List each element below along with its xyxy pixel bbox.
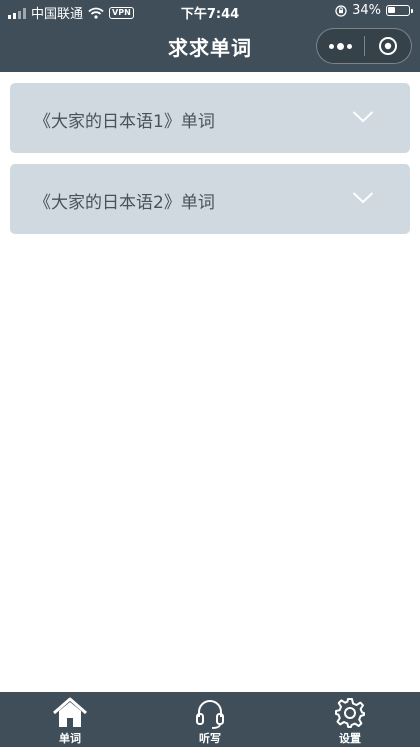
home-icon — [53, 697, 87, 727]
chevron-down-icon — [352, 192, 374, 204]
tab-settings[interactable]: 设置 — [280, 692, 420, 747]
top-bar: 中国联通 VPN 下午7:44 34% 求求单词 — [0, 0, 420, 72]
battery-percent: 34% — [352, 3, 381, 18]
miniprogram-capsule — [316, 28, 412, 64]
app-screen: 中国联通 VPN 下午7:44 34% 求求单词 《大家的日本语1》单词 《大家… — [0, 0, 420, 747]
tab-dictation-label: 听写 — [199, 732, 221, 745]
tab-words-label: 单词 — [59, 732, 81, 745]
word-book-item[interactable]: 《大家的日本语1》单词 — [10, 83, 410, 153]
battery-icon — [386, 5, 413, 16]
orientation-lock-icon — [335, 4, 347, 17]
headphones-icon — [196, 700, 224, 729]
tab-bar: 单词 听写 设置 — [0, 692, 420, 747]
tab-settings-label: 设置 — [339, 732, 361, 745]
chevron-down-icon — [352, 111, 374, 123]
tab-words[interactable]: 单词 — [0, 692, 140, 747]
more-icon — [328, 42, 352, 50]
gear-icon — [335, 698, 365, 728]
target-icon — [378, 37, 397, 55]
status-bar: 中国联通 VPN 下午7:44 34% — [0, 0, 420, 22]
tab-dictation[interactable]: 听写 — [140, 692, 280, 747]
status-right: 34% — [335, 3, 413, 18]
word-book-list: 《大家的日本语1》单词 《大家的日本语2》单词 — [10, 83, 410, 245]
word-book-title: 《大家的日本语1》单词 — [34, 112, 215, 132]
more-button[interactable] — [317, 29, 364, 63]
word-book-title: 《大家的日本语2》单词 — [34, 193, 215, 213]
close-miniprogram-button[interactable] — [365, 29, 412, 63]
word-book-item[interactable]: 《大家的日本语2》单词 — [10, 164, 410, 234]
